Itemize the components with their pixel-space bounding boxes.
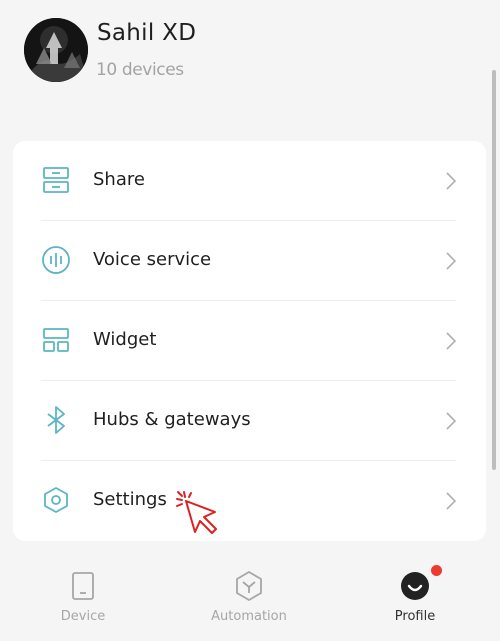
menu-card: Share Voice service Widget Hubs & gatewa… (13, 141, 486, 541)
notification-badge (431, 565, 442, 576)
menu-item-label: Settings (93, 489, 167, 510)
settings-icon (41, 485, 71, 515)
profile-header[interactable]: Sahil XD 10 devices (0, 0, 500, 130)
menu-item-label: Hubs & gateways (93, 409, 251, 430)
bluetooth-icon (41, 405, 71, 435)
tab-label: Device (60, 609, 106, 624)
bottom-tab-bar: Device Automation Profile (0, 550, 500, 641)
menu-item-settings[interactable]: Settings (13, 461, 486, 541)
chevron-right-icon (445, 491, 457, 511)
device-count: 10 devices (96, 60, 184, 80)
menu-item-share[interactable]: Share (13, 141, 486, 221)
menu-item-hubs-gateways[interactable]: Hubs & gateways (13, 381, 486, 461)
chevron-right-icon (445, 171, 457, 191)
chevron-right-icon (445, 331, 457, 351)
automation-icon (233, 570, 265, 602)
device-icon (67, 570, 99, 602)
widget-icon (41, 325, 71, 355)
menu-item-label: Share (93, 169, 145, 190)
chevron-right-icon (445, 411, 457, 431)
profile-icon (399, 570, 431, 602)
click-pointer-icon (174, 489, 222, 537)
tab-profile[interactable]: Profile (340, 550, 490, 641)
tab-label: Profile (394, 609, 436, 624)
user-name: Sahil XD (97, 20, 197, 46)
tab-label: Automation (211, 609, 287, 624)
scrollbar[interactable] (492, 70, 496, 470)
voice-icon (41, 245, 71, 275)
menu-item-label: Widget (93, 329, 157, 350)
share-icon (41, 165, 71, 195)
tab-automation[interactable]: Automation (174, 550, 324, 641)
chevron-right-icon (445, 251, 457, 271)
menu-item-voice-service[interactable]: Voice service (13, 221, 486, 301)
avatar[interactable] (24, 18, 88, 82)
menu-item-widget[interactable]: Widget (13, 301, 486, 381)
tab-device[interactable]: Device (8, 550, 158, 641)
menu-item-label: Voice service (93, 249, 212, 270)
